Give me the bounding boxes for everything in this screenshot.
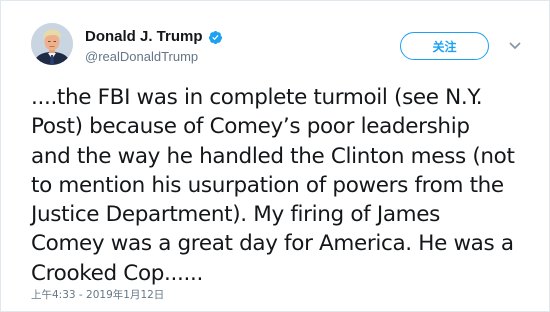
author-handle[interactable]: @realDonaldTrump xyxy=(85,49,198,65)
author-name-row[interactable]: Donald J. Trump xyxy=(85,28,223,46)
verified-badge-icon xyxy=(208,30,222,44)
author-display-name[interactable]: Donald J. Trump xyxy=(85,28,203,46)
avatar-image xyxy=(31,23,73,65)
avatar[interactable] xyxy=(31,23,73,65)
chevron-down-icon[interactable] xyxy=(509,41,521,51)
tweet-timestamp[interactable]: 上午4:33 - 2019年1月12日 xyxy=(31,288,164,302)
tweet-text: ....the FBI was in complete turmoil (see… xyxy=(31,85,515,286)
tweet-card: Donald J. Trump @realDonaldTrump 关注 ....… xyxy=(0,0,550,312)
follow-button[interactable]: 关注 xyxy=(400,32,489,60)
